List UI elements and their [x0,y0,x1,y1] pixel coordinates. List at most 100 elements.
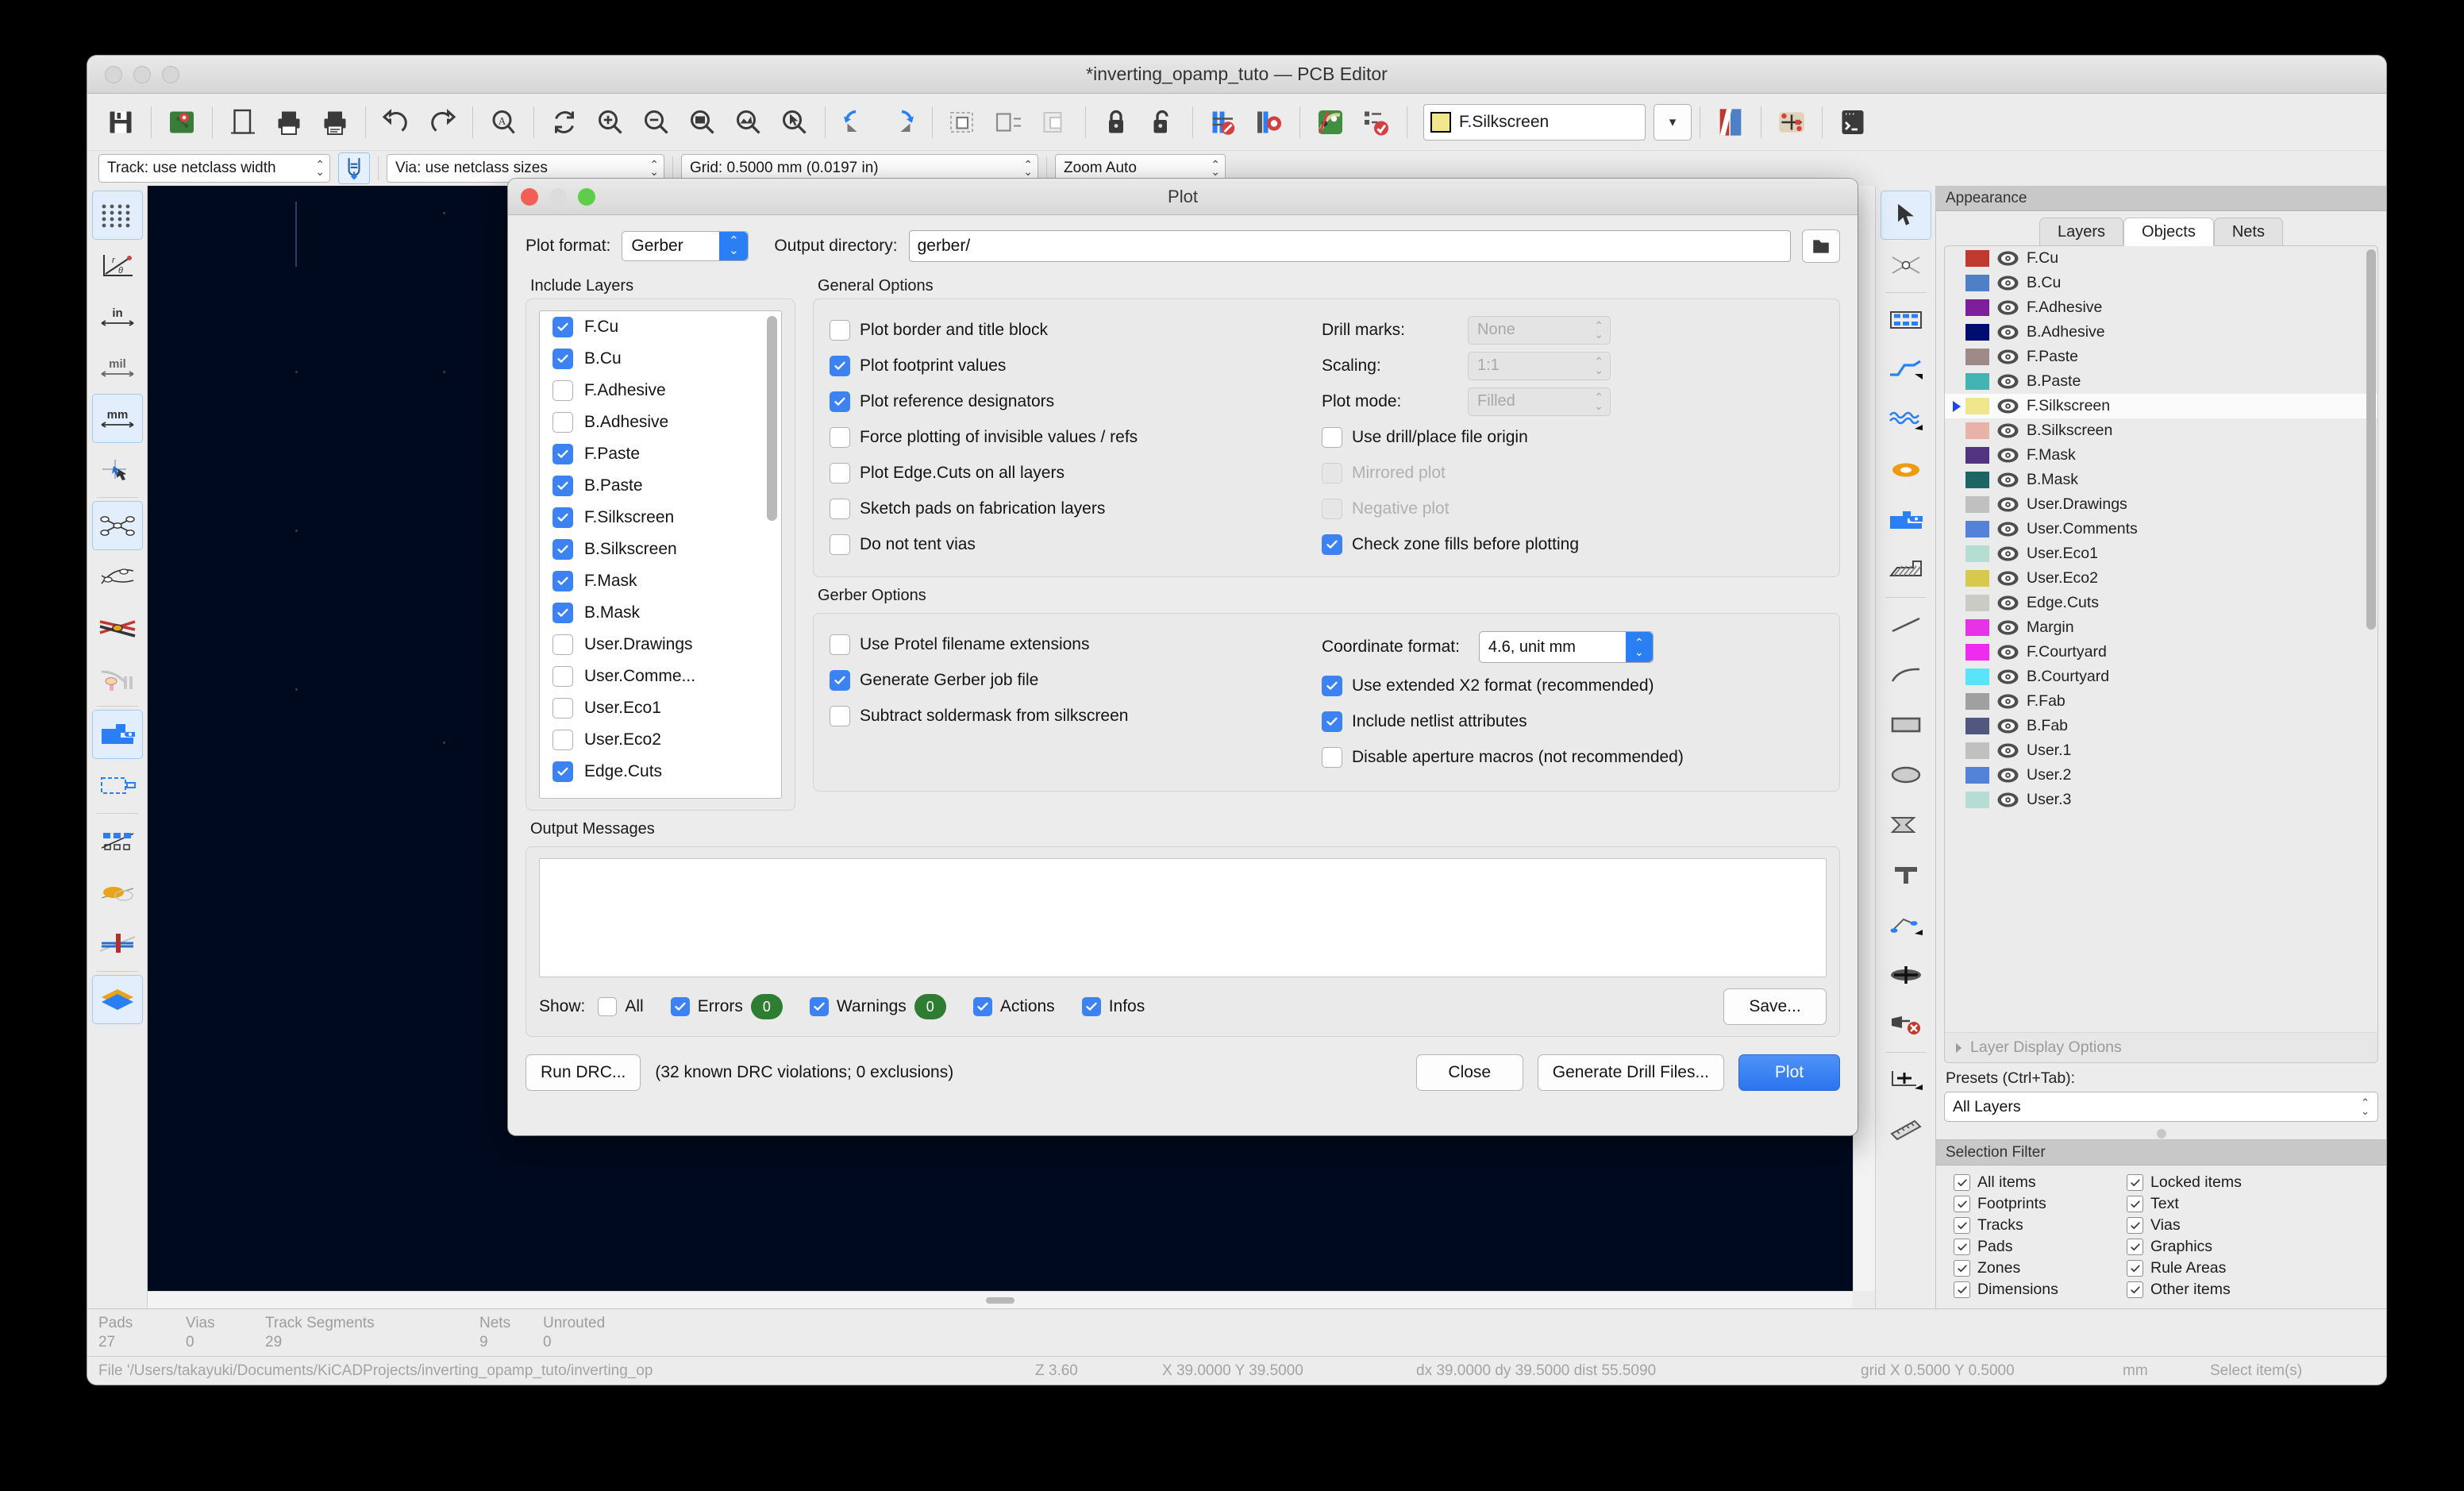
chevron-down-icon[interactable]: ▾ [1654,103,1692,141]
panel-resize-handle[interactable] [1936,1128,2386,1139]
zoom-in-icon[interactable] [588,100,633,144]
include-layer-row[interactable]: User.Eco2 [540,724,781,756]
checkbox-icon[interactable] [552,317,573,337]
footprint-check-icon[interactable] [1247,100,1292,144]
eye-visibility-icon[interactable] [1997,792,2019,807]
option-checkbox-row[interactable]: Plot Edge.Cuts on all layers [830,455,1322,491]
checkbox-icon[interactable] [2127,1260,2143,1277]
place-via-icon[interactable] [1881,445,1931,495]
selection-filter-item[interactable]: Graphics [2127,1238,2377,1256]
eye-visibility-icon[interactable] [1997,546,2019,561]
scrollbar-thumb[interactable] [986,1297,1014,1304]
option-checkbox-row[interactable]: Use extended X2 format (recommended) [1322,668,1823,703]
include-layer-row[interactable]: User.Eco1 [540,692,781,724]
checkbox-icon[interactable] [1954,1217,1970,1234]
checkbox-icon[interactable] [1954,1260,1970,1277]
stepper-icon[interactable]: ⌃ ⌄ [719,232,749,260]
selection-filter-item[interactable]: Vias [2127,1216,2377,1235]
zoom-selection-icon[interactable] [772,100,817,144]
layer-color-swatch[interactable] [1965,644,1989,661]
layer-color-swatch[interactable] [1965,792,1989,808]
minimize-window-button[interactable] [133,65,151,83]
zone-filled-icon[interactable] [91,710,143,759]
eye-visibility-icon[interactable] [1997,595,2019,611]
checkbox-icon[interactable] [2127,1239,2143,1255]
layer-color-swatch[interactable] [1965,545,1989,562]
tab-objects[interactable]: Objects [2123,218,2214,246]
checkbox-icon[interactable] [552,380,573,401]
layer-color-swatch[interactable] [1965,299,1989,316]
include-layer-row[interactable]: F.Silkscreen [540,502,781,534]
appearance-layers-scrollbar[interactable] [2366,249,2376,1059]
checkbox-icon[interactable] [552,412,573,433]
checkbox-icon[interactable] [2127,1281,2143,1298]
eye-visibility-icon[interactable] [1997,374,2019,389]
redo-icon[interactable] [420,100,464,144]
checkbox-icon[interactable] [552,666,573,687]
draw-arc-icon[interactable] [1881,650,1931,699]
include-layer-row[interactable]: B.Adhesive [540,406,781,438]
checkbox-icon[interactable] [1954,1196,1970,1212]
checkbox-icon[interactable] [1322,426,1342,448]
option-checkbox-row[interactable]: Plot border and title block [830,312,1322,348]
active-layer-select[interactable]: F.Silkscreen [1423,103,1646,141]
zone-outline-icon[interactable] [92,761,143,810]
units-mils-icon[interactable]: mil [92,343,143,392]
delete-tool-icon[interactable] [1881,1000,1931,1050]
folder-browse-icon[interactable] [1802,229,1840,263]
units-inches-icon[interactable]: in [92,292,143,341]
page-settings-icon[interactable] [221,100,265,144]
checkbox-icon[interactable] [552,603,573,623]
include-layer-row[interactable]: B.Paste [540,470,781,502]
option-checkbox-row[interactable]: Sketch pads on fabrication layers [830,491,1322,526]
drc-icon[interactable] [1201,100,1245,144]
ungroup-icon[interactable] [987,100,1031,144]
close-button[interactable]: Close [1415,1054,1523,1091]
eye-visibility-icon[interactable] [1997,768,2019,783]
checkbox-icon[interactable] [552,476,573,496]
appearance-layer-row[interactable]: F.Mask [1945,443,2377,468]
coordinate-format-select[interactable]: 4.6, unit mm ⌃ ⌄ [1478,631,1654,663]
checkbox-icon[interactable] [830,634,850,655]
via-sketch-icon[interactable] [92,868,143,917]
checkbox-icon[interactable] [830,391,850,412]
include-layer-row[interactable]: F.Adhesive [540,375,781,406]
appearance-layer-row[interactable]: F.Fab [1945,689,2377,714]
route-track-icon[interactable] [1881,345,1931,395]
eye-visibility-icon[interactable] [1997,743,2019,758]
checkbox-icon[interactable] [552,730,573,750]
checkbox-icon[interactable] [552,444,573,464]
output-messages-textarea[interactable] [539,858,1827,977]
units-mm-icon[interactable]: mm [91,394,143,443]
layer-color-swatch[interactable] [1965,521,1989,537]
show-filter-item[interactable]: Infos [1081,997,1145,1016]
include-layer-row[interactable]: B.Cu [540,343,781,375]
zoom-fit-icon[interactable] [680,100,725,144]
unlock-icon[interactable] [1140,100,1184,144]
appearance-layer-row[interactable]: F.Paste [1945,345,2377,369]
stepper-icon[interactable]: ⌃ ⌄ [1625,632,1653,662]
eye-visibility-icon[interactable] [1997,251,2019,266]
net-color-icon[interactable] [92,603,143,652]
run-drc-button[interactable]: Run DRC... [526,1054,641,1091]
board-setup-icon[interactable] [160,100,204,144]
checkbox-icon[interactable] [552,507,573,528]
appearance-layer-row[interactable]: F.Courtyard [1945,640,2377,665]
checkbox-icon[interactable] [830,426,850,448]
checkbox-icon[interactable] [552,349,573,369]
appearance-layer-row[interactable]: User.3 [1945,788,2377,812]
checklist-icon[interactable] [1354,100,1399,144]
appearance-layer-row[interactable]: User.1 [1945,738,2377,763]
option-checkbox-row[interactable]: Use Protel filename extensions [830,626,1322,662]
checkbox-icon[interactable] [552,571,573,591]
add-drill-origin-icon[interactable] [1881,1055,1931,1104]
checkbox-icon[interactable] [1322,534,1342,555]
layer-color-swatch[interactable] [1965,398,1989,414]
find-icon[interactable]: A [481,100,526,144]
appearance-layer-row[interactable]: B.Mask [1945,468,2377,492]
draw-rule-area-icon[interactable] [1881,545,1931,595]
layer-color-swatch[interactable] [1965,496,1989,513]
show-filter-item[interactable]: Errors 0 [670,994,783,1019]
selection-filter-item[interactable]: Pads [1954,1238,2112,1256]
draw-polygon-icon[interactable] [1881,800,1931,850]
